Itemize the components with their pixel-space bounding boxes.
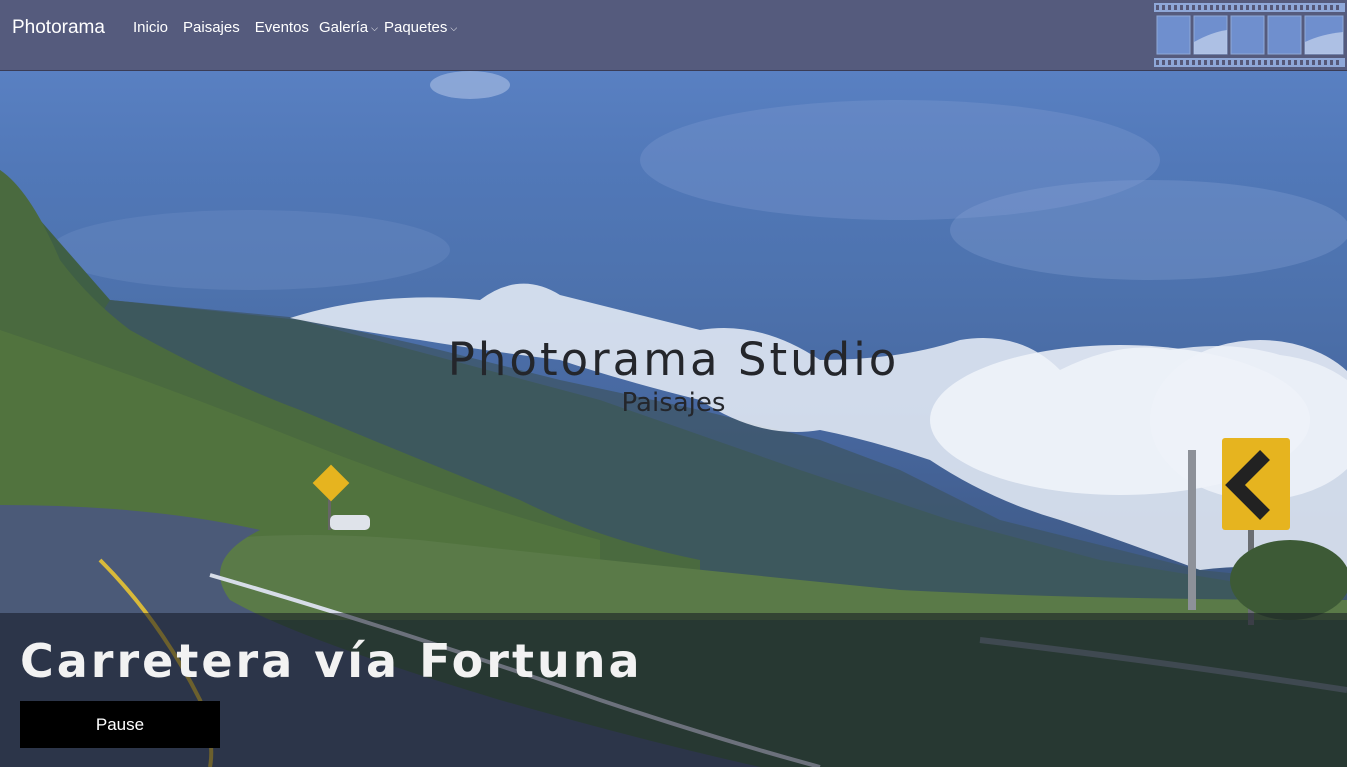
nav-dropdown-galeria[interactable]: Galería ⌵	[319, 19, 378, 36]
film-strip-icon	[1154, 3, 1345, 67]
chevron-down-icon: ⌵	[450, 23, 458, 33]
brand-logo-text[interactable]: Photorama	[12, 17, 105, 39]
pause-button[interactable]: Pause	[20, 701, 220, 748]
hero-title-block: Photorama Studio Paisajes	[0, 332, 1347, 420]
top-navbar: Photorama Inicio Paisajes Eventos Galerí…	[0, 0, 1347, 71]
nav-dropdown-paquetes-label: Paquetes	[383, 19, 448, 36]
chevron-down-icon: ⌵	[371, 23, 378, 33]
hero-subtitle: Paisajes	[621, 388, 726, 418]
hero-title: Photorama Studio	[447, 333, 900, 386]
nav-dropdown-paquetes[interactable]: Paquetes ⌵	[384, 19, 457, 36]
nav-link-paisajes[interactable]: Paisajes	[183, 19, 240, 36]
video-caption-title: Carretera vía Fortuna	[20, 634, 643, 688]
nav-link-inicio[interactable]: Inicio	[133, 19, 168, 36]
nav-links: Inicio Paisajes Eventos Galería ⌵ Paquet…	[133, 19, 463, 36]
nav-link-eventos[interactable]: Eventos	[255, 19, 309, 36]
nav-dropdown-galeria-label: Galería	[318, 19, 369, 36]
